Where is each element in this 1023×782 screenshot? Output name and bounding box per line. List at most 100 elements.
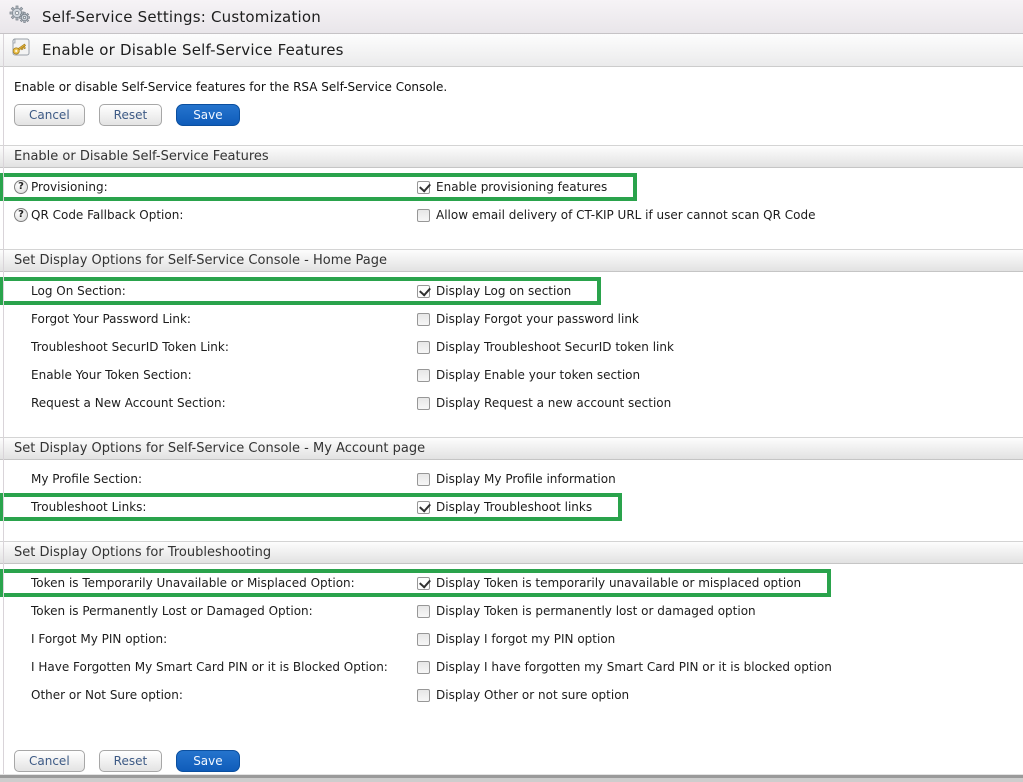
setting-checkbox[interactable] [417,661,430,674]
setting-row-box: ? I Have Forgotten My Smart Card PIN or … [0,653,862,681]
checkbox-label: Display Token is permanently lost or dam… [436,604,756,618]
sections: Enable or Disable Self-Service Features … [0,145,1023,709]
setting-check-cell: Display Other or not sure option [417,688,629,702]
icon-slot: ? [14,180,31,194]
setting-check-cell: Display Token is permanently lost or dam… [417,604,756,618]
setting-label-cell: ? Other or Not Sure option: [4,688,417,702]
setting-row: ? My Profile Section: Display My Profile… [0,465,1023,493]
settings-section: Set Display Options for Self-Service Con… [0,437,1023,521]
setting-row: ? Request a New Account Section: Display… [0,389,1023,417]
setting-row: ? Token is Temporarily Unavailable or Mi… [0,569,1023,597]
checkbox-label: Display Token is temporarily unavailable… [436,576,801,590]
section-header: Set Display Options for Self-Service Con… [0,437,1023,460]
setting-label: Troubleshoot Links: [31,500,146,514]
setting-label: Log On Section: [31,284,126,298]
gears-icon [8,3,32,31]
setting-row: ? Enable Your Token Section: Display Ena… [0,361,1023,389]
icon-slot: ? [14,688,31,702]
setting-check-cell: Display Log on section [417,284,571,298]
setting-checkbox[interactable] [417,369,430,382]
setting-row-box: ? Troubleshoot Links: Display Troublesho… [0,493,622,521]
save-button[interactable]: Save [176,104,239,126]
setting-row: ? Token is Permanently Lost or Damaged O… [0,597,1023,625]
top-button-row: Cancel Reset Save [0,103,1023,126]
setting-row: ? I Forgot My PIN option: Display I forg… [0,625,1023,653]
icon-slot: ? [14,208,31,222]
reset-button[interactable]: Reset [99,104,163,126]
setting-check-cell: Display Request a new account section [417,396,671,410]
setting-row: ? Troubleshoot Links: Display Troublesho… [0,493,1023,521]
setting-row-box: ? Troubleshoot SecurID Token Link: Displ… [0,333,704,361]
checkbox-label: Display My Profile information [436,472,616,486]
setting-label: My Profile Section: [31,472,142,486]
setting-row-box: ? Log On Section: Display Log on section [0,277,601,305]
setting-checkbox[interactable] [417,181,430,194]
setting-label-cell: ? Token is Temporarily Unavailable or Mi… [4,576,417,590]
settings-section: Set Display Options for Self-Service Con… [0,249,1023,417]
setting-row-box: ? Token is Temporarily Unavailable or Mi… [0,569,831,597]
window-titlebar: Self-Service Settings: Customization [0,0,1023,34]
setting-label: Forgot Your Password Link: [31,312,191,326]
reset-button-bottom[interactable]: Reset [99,750,163,772]
setting-check-cell: Display My Profile information [417,472,616,486]
setting-label-cell: ? Provisioning: [4,180,417,194]
setting-check-cell: Display Troubleshoot links [417,500,592,514]
setting-label-cell: ? Token is Permanently Lost or Damaged O… [4,604,417,618]
help-icon[interactable]: ? [14,180,28,194]
setting-label: Troubleshoot SecurID Token Link: [31,340,229,354]
setting-checkbox[interactable] [417,397,430,410]
setting-row-box: ? QR Code Fallback Option: Allow email d… [0,201,845,229]
checkbox-label: Display I have forgotten my Smart Card P… [436,660,832,674]
checkbox-label: Display Troubleshoot SecurID token link [436,340,674,354]
setting-label: Token is Permanently Lost or Damaged Opt… [31,604,313,618]
section-titlebar: Enable or Disable Self-Service Features [0,34,1023,67]
setting-checkbox[interactable] [417,473,430,486]
icon-slot: ? [14,340,31,354]
save-button-bottom[interactable]: Save [176,750,239,772]
setting-checkbox[interactable] [417,313,430,326]
icon-slot: ? [14,396,31,410]
setting-checkbox[interactable] [417,633,430,646]
icon-slot: ? [14,284,31,298]
setting-label: I Have Forgotten My Smart Card PIN or it… [31,660,388,674]
section-header: Set Display Options for Self-Service Con… [0,249,1023,272]
setting-check-cell: Display Forgot your password link [417,312,639,326]
checkbox-label: Display Request a new account section [436,396,671,410]
cancel-button[interactable]: Cancel [14,104,85,126]
setting-label-cell: ? I Forgot My PIN option: [4,632,417,646]
setting-checkbox[interactable] [417,501,430,514]
setting-row-box: ? I Forgot My PIN option: Display I forg… [0,625,645,653]
setting-label: I Forgot My PIN option: [31,632,167,646]
setting-row-box: ? Token is Permanently Lost or Damaged O… [0,597,786,625]
checkbox-label: Display Log on section [436,284,571,298]
section-header: Enable or Disable Self-Service Features [0,145,1023,168]
setting-checkbox[interactable] [417,689,430,702]
settings-section: Set Display Options for Troubleshooting … [0,541,1023,709]
feature-page-title: Enable or Disable Self-Service Features [42,41,344,59]
setting-checkbox[interactable] [417,341,430,354]
setting-row: ? Provisioning: Enable provisioning feat… [0,173,1023,201]
cancel-button-bottom[interactable]: Cancel [14,750,85,772]
setting-label: Provisioning: [31,180,108,194]
section-rows: ? Provisioning: Enable provisioning feat… [0,168,1023,229]
setting-checkbox[interactable] [417,209,430,222]
section-rows: ? My Profile Section: Display My Profile… [0,460,1023,521]
icon-slot: ? [14,576,31,590]
page-description: Enable or disable Self-Service features … [0,67,1023,97]
setting-checkbox[interactable] [417,285,430,298]
setting-label-cell: ? QR Code Fallback Option: [4,208,417,222]
icon-slot: ? [14,500,31,514]
checkbox-label: Display Enable your token section [436,368,640,382]
icon-slot: ? [14,312,31,326]
setting-checkbox[interactable] [417,577,430,590]
setting-row: ? Other or Not Sure option: Display Othe… [0,681,1023,709]
setting-row-box: ? Forgot Your Password Link: Display For… [0,305,669,333]
setting-row: ? Forgot Your Password Link: Display For… [0,305,1023,333]
setting-label-cell: ? Forgot Your Password Link: [4,312,417,326]
checkbox-label: Display Other or not sure option [436,688,629,702]
setting-checkbox[interactable] [417,605,430,618]
help-icon[interactable]: ? [14,208,28,222]
setting-label-cell: ? Troubleshoot Links: [4,500,417,514]
setting-label-cell: ? Enable Your Token Section: [4,368,417,382]
setting-row-box: ? Other or Not Sure option: Display Othe… [0,681,659,709]
